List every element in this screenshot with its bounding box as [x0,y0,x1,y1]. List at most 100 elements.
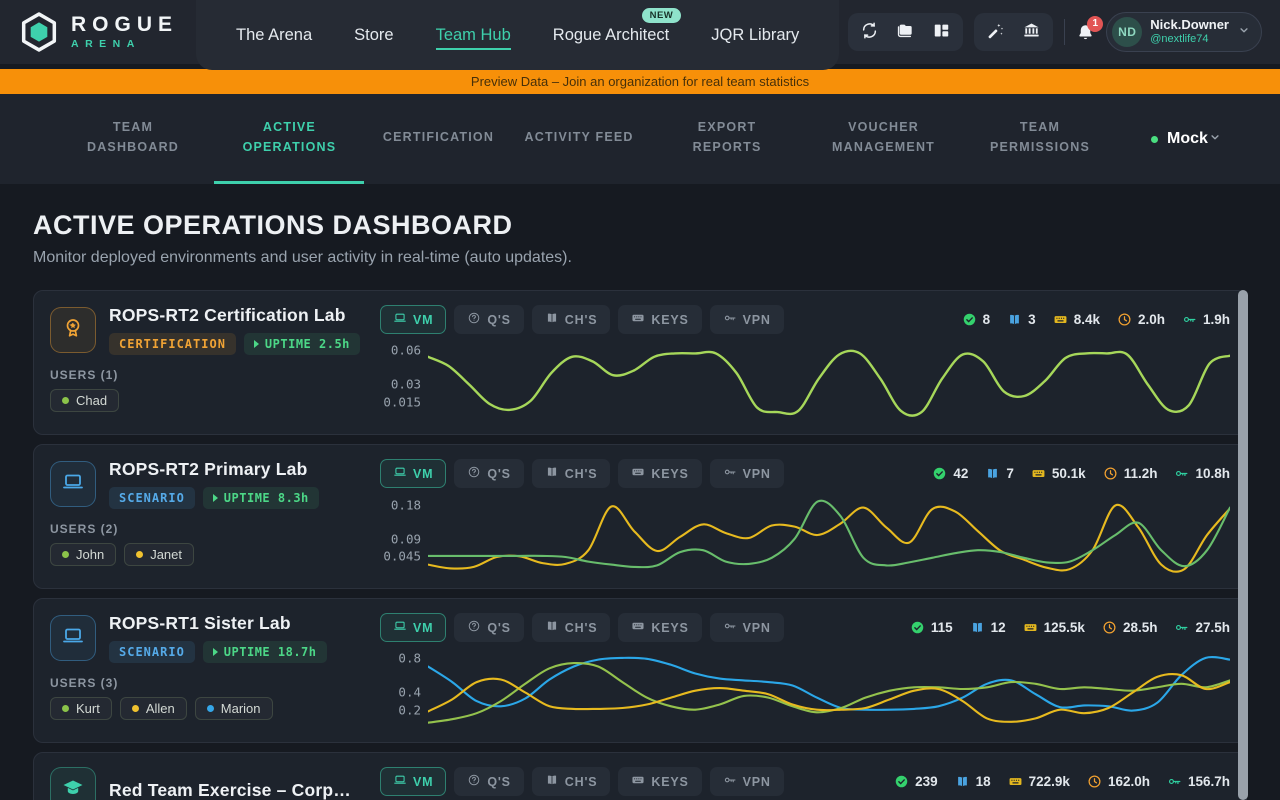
operation-card: ROPS-RT2 Certification Lab CERTIFICATION… [33,290,1247,435]
clock-icon [1102,620,1117,635]
keyboard-icon [631,311,645,328]
book-icon [955,774,970,789]
card-left: Red Team Exercise – Corpora… [50,767,380,800]
tab-export-reports[interactable]: EXPORT REPORTS [652,94,802,184]
user-status-dot-icon [62,397,69,404]
brand-title: ROGUE [71,14,178,35]
divider [1064,19,1065,45]
user-chip-janet: Janet [124,543,194,566]
uptime-badge: UPTIME 18.7h [203,641,327,663]
env-button-label: VM [413,621,433,635]
env-ch-s-button[interactable]: CH'S [532,305,611,334]
env-vpn-button[interactable]: VPN [710,305,784,334]
card-right: VMQ'SCH'SKEYSVPN 23918722.9k162.0h156.7h [380,767,1230,800]
tabs: TEAM DASHBOARDACTIVE OPERATIONSCERTIFICA… [58,94,1115,184]
laptop-icon [393,619,407,636]
nav-rogue-architect[interactable]: Rogue ArchitectNEW [553,21,669,50]
question-icon [467,619,481,636]
env-vpn-button[interactable]: VPN [710,613,784,642]
stat-check: 8 [962,312,991,327]
header-wand-button[interactable] [986,21,1005,43]
brand[interactable]: ROGUE ARENA [18,11,178,53]
nav-the-arena[interactable]: The Arena [236,21,312,50]
header-layout-button[interactable] [932,21,951,43]
env-vm-button[interactable]: VM [380,613,446,642]
nav-store[interactable]: Store [354,21,393,50]
scrollbar-thumb[interactable] [1238,290,1248,800]
operation-icon [50,767,96,800]
env-ch-s-button[interactable]: CH'S [532,767,611,796]
env-vm-button[interactable]: VM [380,305,446,334]
env-q-s-button[interactable]: Q'S [454,613,523,642]
env-buttons: VM Q'S CH'SKEYS VPN [380,459,784,488]
stat-value: 2.0h [1138,312,1165,327]
env-keys-button[interactable]: KEYS [618,305,701,334]
env-button-label: KEYS [651,775,688,789]
tab-certification[interactable]: CERTIFICATION [371,94,506,184]
key-icon [1174,466,1189,481]
notifications-button[interactable]: 1 [1076,23,1095,42]
stat-check: 115 [910,620,953,635]
user-menu[interactable]: ND Nick.Downer @nextlife74 [1106,12,1262,52]
key-icon [1182,312,1197,327]
team-hub-app: ROGUE ARENA The Arena Store Team Hub Rogue … [0,0,1280,800]
tab-voucher-management[interactable]: VOUCHER MANAGEMENT [809,94,959,184]
env-vm-button[interactable]: VM [380,459,446,488]
env-keys-button[interactable]: KEYS [618,767,701,796]
card-left: ROPS-RT2 Certification Lab CERTIFICATION… [50,305,380,423]
stat-key: 156.7h [1167,774,1230,789]
env-button-label: CH'S [565,775,598,789]
book-icon [545,773,559,790]
environment-selector[interactable]: Mock [1151,94,1222,184]
stat-value: 11.2h [1124,466,1158,481]
card-left: ROPS-RT2 Primary Lab SCENARIO UPTIME 8.3… [50,459,380,577]
nav-jqr-library[interactable]: JQR Library [711,21,799,50]
stat-value: 722.9k [1029,774,1070,789]
user-status-dot-icon [207,705,214,712]
operation-title: ROPS-RT2 Certification Lab [109,305,360,326]
header-sync-button[interactable] [860,21,879,43]
env-button-label: VM [413,313,433,327]
env-keys-button[interactable]: KEYS [618,613,701,642]
uptime-badge: UPTIME 2.5h [244,333,360,355]
env-ch-s-button[interactable]: CH'S [532,459,611,488]
y-axis-tick: 0.8 [398,650,421,665]
tab-team-dashboard[interactable]: TEAM DASHBOARD [58,94,208,184]
nav-team-hub[interactable]: Team Hub [436,21,511,50]
stat-value: 162.0h [1108,774,1150,789]
env-keys-button[interactable]: KEYS [618,459,701,488]
env-q-s-button[interactable]: Q'S [454,459,523,488]
operation-card: Red Team Exercise – Corpora… VM Q'S CH'S KE… [33,752,1247,800]
stat-value: 1.9h [1203,312,1230,327]
stats-row: 42750.1k11.2h10.8h [932,466,1230,481]
env-ch-s-button[interactable]: CH'S [532,613,611,642]
y-axis-tick: 0.06 [391,342,421,357]
env-vm-button[interactable]: VM [380,767,446,796]
tab-activity-feed[interactable]: ACTIVITY FEED [513,94,646,184]
gradcap-icon [61,776,85,800]
check-icon [932,466,947,481]
user-status-dot-icon [132,705,139,712]
stats-row: 23918722.9k162.0h156.7h [894,774,1230,789]
header-folder-button[interactable] [896,21,915,43]
keyboard-icon [631,465,645,482]
activity-chart [428,493,1230,577]
env-q-s-button[interactable]: Q'S [454,305,523,334]
env-vpn-button[interactable]: VPN [710,459,784,488]
env-button-label: VPN [743,467,771,481]
keyboard-icon [631,773,645,790]
new-badge: NEW [642,8,682,23]
stat-value: 115 [931,620,953,635]
tab-team-permissions[interactable]: TEAM PERMISSIONS [965,94,1115,184]
stat-check: 42 [932,466,968,481]
status-dot-icon [1151,136,1158,143]
header-actions: 1 ND Nick.Downer @nextlife74 [848,12,1262,52]
env-vpn-button[interactable]: VPN [710,767,784,796]
header-bank-button[interactable] [1022,21,1041,43]
chart-area: 0.180.090.045 [380,493,1230,577]
user-chip-label: Janet [150,547,182,562]
brand-subtitle: ARENA [71,39,178,50]
tab-active-operations[interactable]: ACTIVE OPERATIONS [214,94,364,184]
env-q-s-button[interactable]: Q'S [454,767,523,796]
check-icon [962,312,977,327]
